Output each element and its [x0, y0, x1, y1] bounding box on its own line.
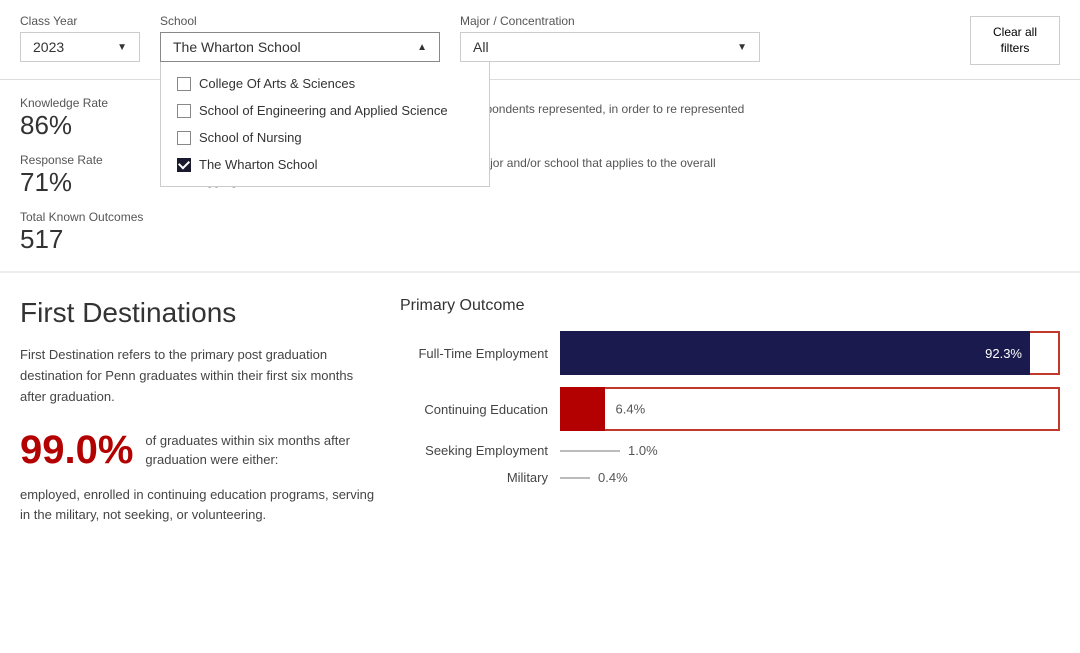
school-option-wharton[interactable]: The Wharton School — [161, 151, 489, 178]
major-filter: Major / Concentration All ▼ — [460, 14, 760, 62]
destinations-desc: First Destination refers to the primary … — [20, 345, 380, 407]
bar-value-continuing: 6.4% — [616, 402, 646, 417]
class-year-chevron: ▼ — [117, 42, 127, 53]
big-percent: 99.0% — [20, 428, 133, 473]
percent-desc: of graduates within six months after gra… — [145, 431, 380, 470]
school-option-engineering-label: School of Engineering and Applied Scienc… — [199, 103, 448, 118]
class-year-label: Class Year — [20, 14, 140, 28]
class-year-filter: Class Year 2023 ▼ — [20, 14, 140, 62]
bar-label-fulltime: Full-Time Employment — [400, 346, 560, 361]
bar-value-fulltime: 92.3% — [985, 346, 1030, 361]
bar-row-continuing: Continuing Education 6.4% — [400, 387, 1060, 431]
school-dropdown-menu: College Of Arts & Sciences School of Eng… — [160, 62, 490, 187]
destinations-left: First Destinations First Destination ref… — [20, 297, 380, 526]
filter-bar: Class Year 2023 ▼ School The Wharton Sch… — [0, 0, 1080, 80]
school-checkbox-engineering[interactable] — [177, 104, 191, 118]
destinations-section: First Destinations First Destination ref… — [0, 273, 1080, 550]
school-filter: School The Wharton School ▲ College Of A… — [160, 14, 440, 62]
school-checkbox-nursing[interactable] — [177, 131, 191, 145]
bar-wrap-seeking: 1.0% — [560, 443, 658, 458]
bar-row-fulltime: Full-Time Employment 92.3% — [400, 331, 1060, 375]
clear-filters-button[interactable]: Clear allfilters — [970, 16, 1060, 65]
school-option-nursing-label: School of Nursing — [199, 130, 302, 145]
total-known-value: 517 — [20, 224, 200, 255]
total-known-group: Total Known Outcomes 517 — [20, 210, 200, 255]
school-checkbox-arts[interactable] — [177, 77, 191, 91]
bar-label-continuing: Continuing Education — [400, 402, 560, 417]
chart-section: Primary Outcome Full-Time Employment 92.… — [380, 297, 1060, 526]
percentage-block: 99.0% of graduates within six months aft… — [20, 428, 380, 473]
school-select[interactable]: The Wharton School ▲ — [160, 32, 440, 62]
bar-row-seeking: Seeking Employment 1.0% — [400, 443, 1060, 458]
bar-seeking — [560, 450, 620, 452]
school-option-arts-label: College Of Arts & Sciences — [199, 76, 355, 91]
school-label: School — [160, 14, 440, 28]
bar-value-seeking: 1.0% — [628, 443, 658, 458]
chart-title: Primary Outcome — [400, 297, 1060, 315]
school-option-nursing[interactable]: School of Nursing — [161, 124, 489, 151]
major-select[interactable]: All ▼ — [460, 32, 760, 62]
bar-label-seeking: Seeking Employment — [400, 443, 560, 458]
major-label: Major / Concentration — [460, 14, 760, 28]
school-value: The Wharton School — [173, 39, 301, 55]
bar-label-military: Military — [400, 470, 560, 485]
major-value: All — [473, 39, 489, 55]
class-year-select[interactable]: 2023 ▼ — [20, 32, 140, 62]
total-known-label: Total Known Outcomes — [20, 210, 200, 224]
school-option-engineering[interactable]: School of Engineering and Applied Scienc… — [161, 97, 489, 124]
bar-value-military: 0.4% — [598, 470, 628, 485]
bar-row-military: Military 0.4% — [400, 470, 1060, 485]
bar-fill-fulltime: 92.3% — [560, 331, 1030, 375]
class-year-value: 2023 — [33, 39, 64, 55]
school-option-arts[interactable]: College Of Arts & Sciences — [161, 70, 489, 97]
major-chevron: ▼ — [737, 42, 747, 53]
bar-wrap-military: 0.4% — [560, 470, 628, 485]
school-chevron: ▲ — [417, 42, 427, 53]
school-checkbox-wharton[interactable] — [177, 158, 191, 172]
bar-fill-continuing — [560, 387, 605, 431]
bar-military — [560, 477, 590, 479]
school-option-wharton-label: The Wharton School — [199, 157, 318, 172]
destinations-title: First Destinations — [20, 297, 380, 329]
employed-desc: employed, enrolled in continuing educati… — [20, 485, 380, 527]
